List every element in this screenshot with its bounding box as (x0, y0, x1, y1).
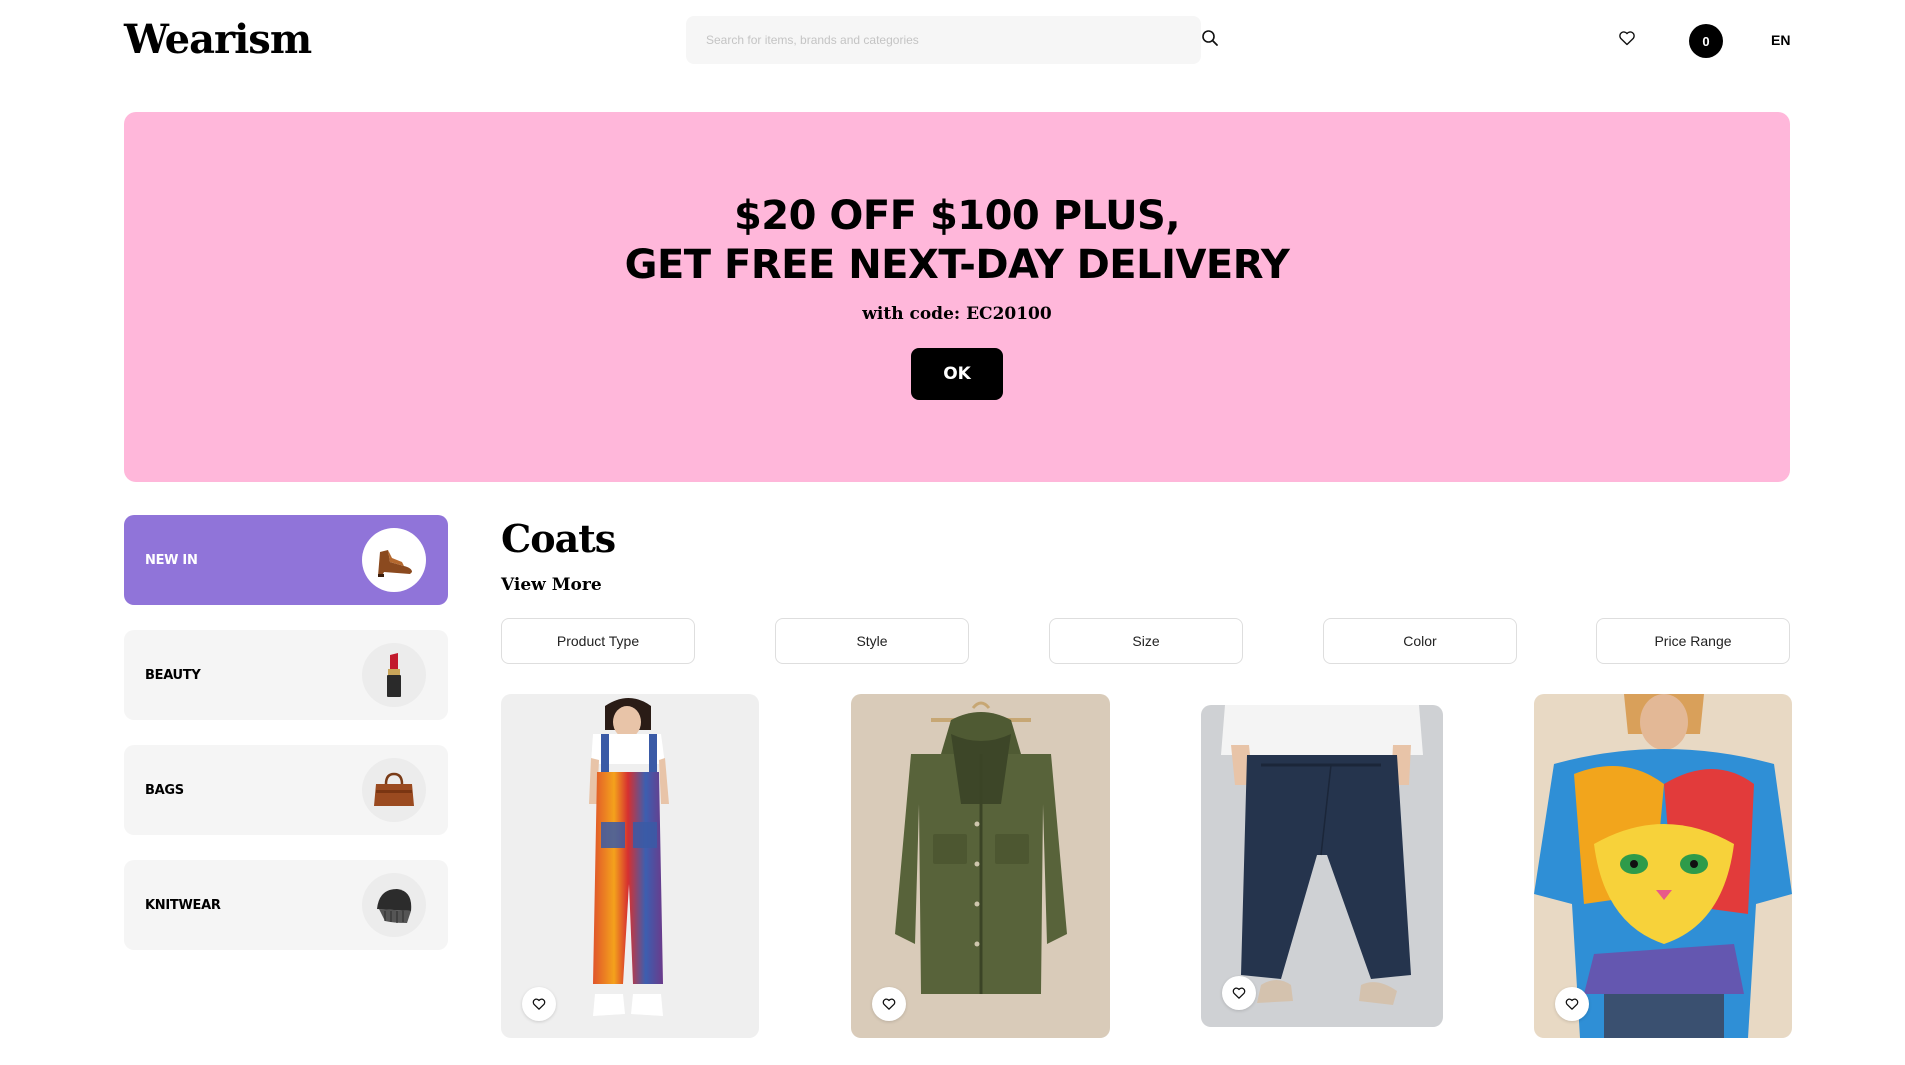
category-thumb (362, 643, 426, 707)
product-card[interactable] (1201, 705, 1443, 1027)
promo-banner: $20 OFF $100 PLUS, GET FREE NEXT-DAY DEL… (124, 112, 1790, 482)
favorite-button[interactable] (522, 987, 556, 1021)
filter-price-range[interactable]: Price Range (1596, 618, 1790, 664)
search-bar (686, 16, 1201, 64)
cart-button[interactable]: 0 (1689, 24, 1723, 58)
heart-icon (882, 998, 896, 1010)
search-icon[interactable] (1200, 28, 1220, 48)
product-card[interactable] (1534, 694, 1792, 1038)
shoe-icon (378, 550, 412, 577)
banner-title-line1: $20 OFF $100 PLUS, (733, 193, 1181, 239)
section-title: Coats (501, 516, 616, 561)
category-label: KNITWEAR (145, 897, 221, 913)
banner-title-line2: GET FREE NEXT-DAY DELIVERY (624, 242, 1290, 288)
filter-color[interactable]: Color (1323, 618, 1517, 664)
product-card[interactable] (851, 694, 1110, 1038)
category-thumb (362, 873, 426, 937)
category-thumb (362, 758, 426, 822)
category-new-in[interactable]: NEW IN (124, 515, 448, 605)
banner-subtitle: with code: EC20100 (862, 304, 1052, 324)
category-thumb (362, 528, 426, 592)
heart-icon (1565, 998, 1579, 1010)
banner-title: $20 OFF $100 PLUS, GET FREE NEXT-DAY DEL… (124, 192, 1790, 290)
category-bags[interactable]: BAGS (124, 745, 448, 835)
heart-icon (532, 998, 546, 1010)
lipstick-icon (387, 653, 401, 697)
ok-button[interactable]: OK (911, 348, 1003, 400)
favorite-button[interactable] (1222, 976, 1256, 1010)
favorite-button[interactable] (872, 987, 906, 1021)
category-label: BAGS (145, 782, 184, 798)
product-card[interactable] (501, 694, 759, 1038)
heart-icon (1232, 987, 1246, 999)
category-label: BEAUTY (145, 667, 201, 683)
logo[interactable]: Wearism (124, 16, 312, 64)
heart-icon[interactable] (1617, 28, 1637, 48)
beanie-icon (377, 889, 412, 923)
search-input[interactable] (686, 16, 1201, 64)
language-selector[interactable]: EN (1771, 32, 1790, 48)
filter-product-type[interactable]: Product Type (501, 618, 695, 664)
category-knitwear[interactable]: KNITWEAR (124, 860, 448, 950)
filter-style[interactable]: Style (775, 618, 969, 664)
filter-size[interactable]: Size (1049, 618, 1243, 664)
cart-count: 0 (1702, 33, 1710, 49)
view-more-link[interactable]: View More (501, 575, 602, 595)
category-label: NEW IN (145, 552, 198, 568)
category-beauty[interactable]: BEAUTY (124, 630, 448, 720)
favorite-button[interactable] (1555, 987, 1589, 1021)
handbag-icon (374, 772, 414, 806)
